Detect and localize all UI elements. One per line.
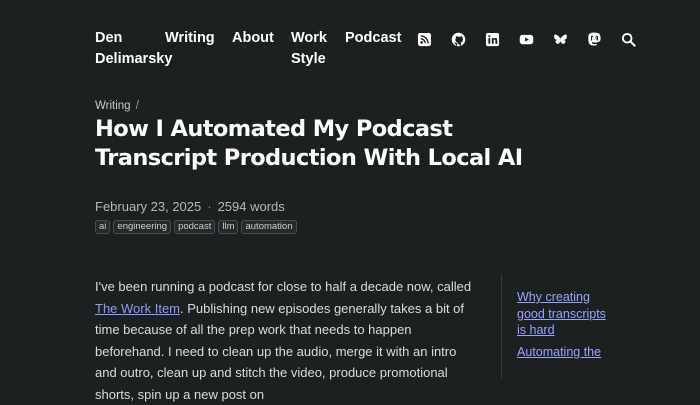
search-icon[interactable] xyxy=(621,32,636,47)
post-meta: February 23, 2025 · 2594 words xyxy=(95,199,285,214)
tag-ai[interactable]: ai xyxy=(95,220,111,234)
toc-divider xyxy=(501,274,502,378)
toc-item-automating[interactable]: Automating the xyxy=(517,344,612,361)
nav-link-about[interactable]: About xyxy=(232,28,274,49)
rss-icon[interactable] xyxy=(417,32,432,47)
tag-engineering[interactable]: engineering xyxy=(113,220,172,234)
github-icon[interactable] xyxy=(451,32,466,47)
nav-link-work-style[interactable]: Work Style xyxy=(291,28,331,70)
breadcrumb: Writing / xyxy=(95,100,139,112)
table-of-contents: Why creating good transcripts is hard Au… xyxy=(517,289,612,365)
article-paragraph: I've been running a podcast for close to… xyxy=(95,276,475,405)
breadcrumb-separator: / xyxy=(135,100,139,112)
youtube-icon[interactable] xyxy=(519,32,534,47)
mastodon-icon[interactable] xyxy=(587,32,602,47)
post-word-count: 2594 words xyxy=(217,199,285,214)
meta-separator: · xyxy=(207,199,212,214)
the-work-item-link[interactable]: The Work Item xyxy=(95,301,180,316)
tag-list: ai engineering podcast llm automation xyxy=(95,220,297,234)
toc-item-good-transcripts[interactable]: Why creating good transcripts is hard xyxy=(517,289,612,339)
bluesky-icon[interactable] xyxy=(553,32,568,47)
tag-llm[interactable]: llm xyxy=(218,220,239,234)
breadcrumb-writing-link[interactable]: Writing xyxy=(95,100,131,112)
article-text-start: I've been running a podcast for close to… xyxy=(95,279,472,294)
tag-podcast[interactable]: podcast xyxy=(174,220,216,234)
top-navigation: Den Delimarsky Writing About Work Style … xyxy=(95,28,645,78)
site-brand-link[interactable]: Den Delimarsky xyxy=(95,28,172,70)
linkedin-icon[interactable] xyxy=(485,32,500,47)
tag-automation[interactable]: automation xyxy=(241,220,297,234)
nav-link-podcast[interactable]: Podcast xyxy=(345,28,401,49)
post-date: February 23, 2025 xyxy=(95,199,202,214)
nav-link-writing[interactable]: Writing xyxy=(165,28,215,49)
post-title: How I Automated My Podcast Transcript Pr… xyxy=(95,116,523,171)
